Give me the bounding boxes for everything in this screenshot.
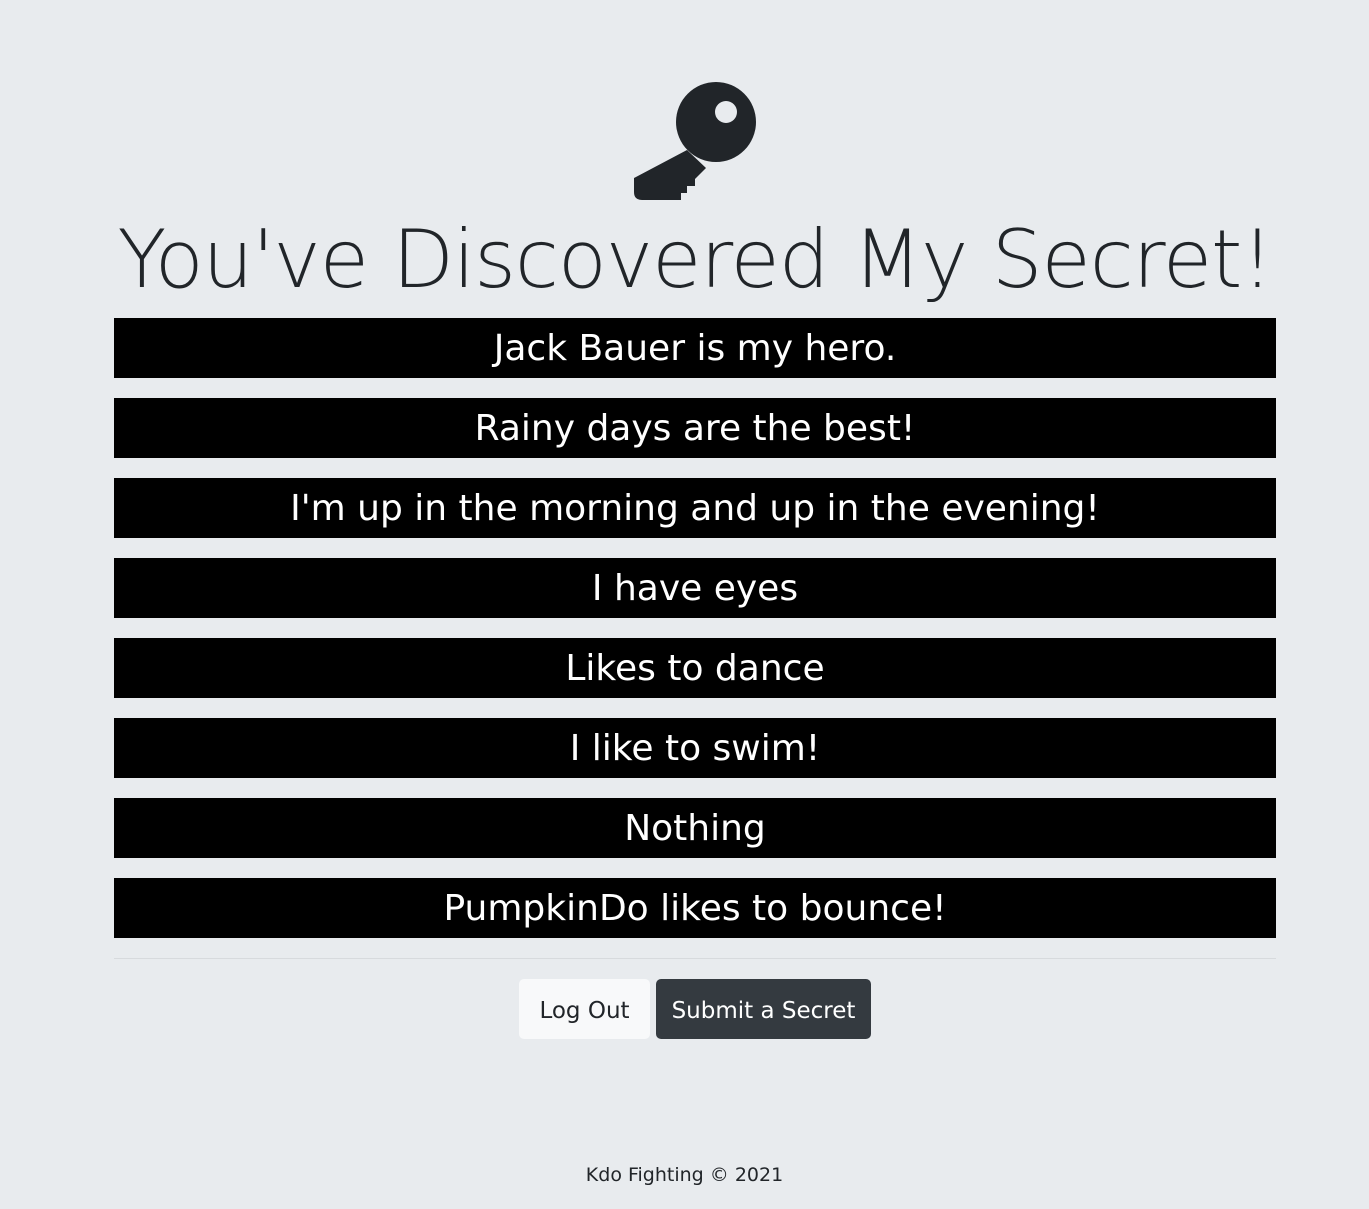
log-out-button[interactable]: Log Out: [519, 979, 650, 1039]
secret-item: I like to swim!: [114, 718, 1276, 778]
footer: Kdo Fighting © 2021: [585, 1164, 784, 1186]
secret-list: Jack Bauer is my hero. Rainy days are th…: [114, 318, 1276, 958]
key-icon: [634, 80, 756, 202]
secret-item: Nothing: [114, 798, 1276, 858]
secret-item: I'm up in the morning and up in the even…: [114, 478, 1276, 538]
secret-item: PumpkinDo likes to bounce!: [114, 878, 1276, 938]
action-buttons: Log Out Submit a Secret: [519, 979, 871, 1039]
submit-secret-button[interactable]: Submit a Secret: [656, 979, 871, 1039]
divider: [114, 958, 1276, 959]
secret-item: Rainy days are the best!: [114, 398, 1276, 458]
secret-item: I have eyes: [114, 558, 1276, 618]
page-title: You've Discovered My Secret!: [117, 213, 1273, 306]
secret-item: Jack Bauer is my hero.: [114, 318, 1276, 378]
secret-item: Likes to dance: [114, 638, 1276, 698]
